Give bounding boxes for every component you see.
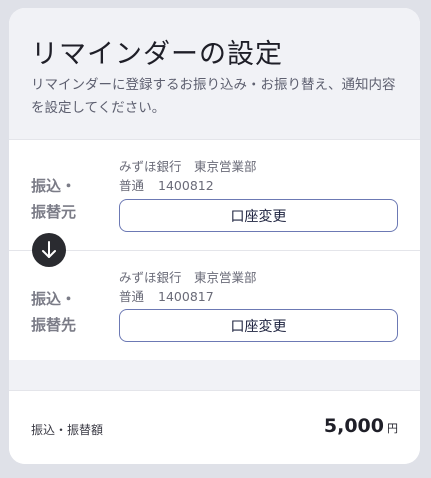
transfer-amount-row: 振込・振替額 5,000 円 (9, 390, 420, 464)
page-title: リマインダーの設定 (31, 39, 283, 70)
destination-label: 振込・ 振替先 (31, 286, 91, 338)
source-label-line1: 振込・ (31, 177, 77, 195)
transfer-amount-value: 5,000 (323, 415, 384, 437)
source-account-number: 1400812 (158, 178, 214, 193)
transfer-amount-label: 振込・振替額 (31, 423, 104, 437)
destination-bank-name: みずほ銀行 東京営業部 (119, 270, 257, 285)
transfer-amount-unit: 円 (387, 422, 398, 435)
destination-account-number: 1400817 (158, 289, 214, 304)
reminder-settings-card: リマインダーの設定 リマインダーに登録するお振り込み・お振り替え、通知内容を設定… (9, 8, 420, 464)
transfer-amount: 5,000 円 (324, 415, 398, 437)
destination-account-type: 普通 (119, 289, 145, 304)
destination-account: 普通 1400817 (119, 286, 228, 305)
destination-label-line2: 振替先 (31, 316, 77, 334)
source-label-line2: 振替元 (31, 203, 77, 221)
destination-change-account-button[interactable]: 口座変更 (119, 309, 398, 342)
header: リマインダーの設定 リマインダーに登録するお振り込み・お振り替え、通知内容を設定… (9, 8, 420, 139)
arrow-down-icon (32, 233, 66, 267)
source-label: 振込・ 振替元 (31, 173, 91, 225)
source-change-account-button[interactable]: 口座変更 (119, 199, 398, 232)
source-bank-name: みずほ銀行 東京営業部 (119, 159, 257, 174)
source-account-section: 振込・ 振替元 みずほ銀行 東京営業部 普通 1400812 口座変更 (9, 139, 420, 250)
destination-account-section: 振込・ 振替先 みずほ銀行 東京営業部 普通 1400817 口座変更 (9, 250, 420, 362)
page-description: リマインダーに登録するお振り込み・お振り替え、通知内容を設定してください。 (31, 77, 396, 116)
section-divider (9, 360, 420, 390)
destination-label-line1: 振込・ (31, 290, 77, 308)
source-account: 普通 1400812 (119, 175, 228, 194)
source-account-type: 普通 (119, 178, 145, 193)
